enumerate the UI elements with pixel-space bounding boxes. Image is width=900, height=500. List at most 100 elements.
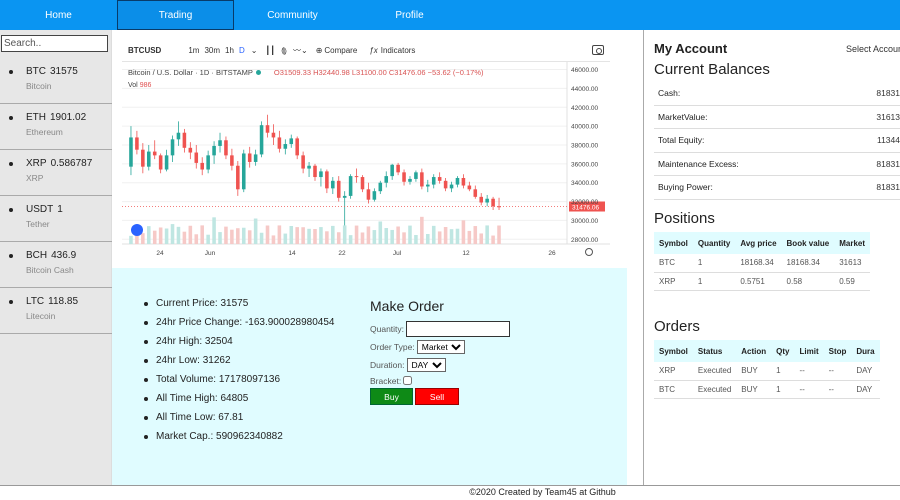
volume-bar <box>461 220 466 244</box>
stat-label: 24hr Low <box>156 355 198 366</box>
table-cell: DAY <box>851 380 880 399</box>
coin-item-ltc[interactable]: LTC 118.85 Litecoin <box>0 288 112 334</box>
order-row: XRP Executed BUY 1 -- -- DAY <box>654 362 880 381</box>
compare-icon[interactable]: ⊕ <box>316 46 323 55</box>
column-header[interactable]: Symbol <box>654 232 693 254</box>
x-tick-label: Jun <box>205 250 216 257</box>
balance-label: Total Equity: <box>658 135 705 146</box>
column-header[interactable]: Status <box>692 340 737 362</box>
volume-bar <box>182 231 187 244</box>
candle-body <box>384 176 389 183</box>
volume-bar <box>390 229 394 244</box>
indicators-button[interactable]: Indicators <box>381 46 416 55</box>
column-header[interactable]: Avg price <box>735 232 782 254</box>
y-tick-label: 30000.00 <box>571 218 598 225</box>
coin-item-usdt[interactable]: USDT 1 Tether <box>0 196 112 242</box>
column-header[interactable]: Qty <box>771 340 795 362</box>
candle-body <box>129 137 133 167</box>
candle-body <box>158 155 163 170</box>
table-cell: XRP <box>654 362 693 381</box>
candle-body <box>170 139 175 156</box>
coin-name: Bitcoin <box>26 81 52 91</box>
stat-label: All Time Low <box>156 412 213 423</box>
column-header[interactable]: Stop <box>823 340 852 362</box>
compare-button[interactable]: Compare <box>324 46 357 55</box>
search-input[interactable] <box>1 35 108 52</box>
coin-item-bch[interactable]: BCH 436.9 Bitcoin Cash <box>0 242 112 288</box>
column-header[interactable]: Dura <box>851 340 880 362</box>
chart-toolbar: BTCUSD 1m 30m 1h D ⌄ ┃┃ ⟬⟭ 〰⌄ ⊕ Compare … <box>122 40 610 62</box>
volume-bar <box>188 225 193 244</box>
nav-tab-profile[interactable]: Profile <box>351 0 468 30</box>
column-header[interactable]: Symbol <box>654 340 693 362</box>
candle-body <box>194 152 199 163</box>
column-header[interactable]: Book value <box>781 232 835 254</box>
camera-icon[interactable] <box>592 45 604 55</box>
x-tick-label: 22 <box>338 250 346 257</box>
volume-bar <box>426 233 430 244</box>
nav-tab-community[interactable]: Community <box>234 0 351 30</box>
bar-style-icon[interactable]: ┃┃ <box>265 46 275 55</box>
candle-body <box>431 177 436 185</box>
chart-legend: Bitcoin / U.S. Dollar · 1D · BITSTAMP O31… <box>128 68 484 77</box>
stat-item: Current Price: 31575 <box>142 298 334 317</box>
duration-select[interactable]: DAY <box>406 358 446 372</box>
table-cell: Executed <box>692 362 737 381</box>
candle-style-icon[interactable]: ⟬⟭ <box>281 46 287 56</box>
volume-bar <box>230 229 234 244</box>
interval-d[interactable]: D <box>239 46 245 55</box>
coin-item-eth[interactable]: ETH 1901.02 Ethereum <box>0 104 112 150</box>
volume-bar <box>402 232 406 244</box>
order-form: Make Order Quantity: Order Type: Market … <box>370 298 530 405</box>
quantity-input[interactable] <box>406 321 511 337</box>
interval-1m[interactable]: 1m <box>188 46 199 55</box>
coin-item-btc[interactable]: BTC 31575 Bitcoin <box>0 58 112 104</box>
buy-button[interactable]: Buy <box>370 388 413 405</box>
chart-symbol[interactable]: BTCUSD <box>128 46 161 55</box>
table-cell: -- <box>794 380 824 399</box>
interval-30m[interactable]: 30m <box>204 46 220 55</box>
app-root: Home Trading Community Profile BTC 31575 … <box>0 0 900 500</box>
balance-label: MarketValue: <box>658 111 708 122</box>
order-type-select[interactable]: Market <box>416 340 465 354</box>
bracket-checkbox[interactable] <box>403 376 413 385</box>
nav-tab-home[interactable]: Home <box>0 0 117 30</box>
tradingview-logo-icon <box>131 224 143 236</box>
candle-body <box>366 189 371 200</box>
candle-body <box>188 147 193 153</box>
coin-name: Litecoin <box>26 311 56 321</box>
interval-dropdown-icon[interactable]: ⌄ <box>251 46 258 55</box>
candle-body <box>236 165 240 190</box>
column-divider <box>643 30 644 485</box>
coin-symbol: BTC <box>26 66 46 77</box>
column-header[interactable]: Quantity <box>692 232 736 254</box>
y-tick-label: 36000.00 <box>571 161 598 168</box>
stat-label: 24hr High <box>156 336 200 347</box>
column-header[interactable]: Action <box>736 340 772 362</box>
volume-bar <box>152 230 157 244</box>
nav-tab-trading[interactable]: Trading <box>117 0 234 30</box>
candle-body <box>354 176 359 178</box>
chart-type-icon[interactable]: 〰⌄ <box>293 45 308 56</box>
stat-value: 31575 <box>220 298 249 309</box>
balance-label: Cash: <box>658 88 681 99</box>
stat-item: Total Volume: 17178097136 <box>142 374 334 393</box>
sell-button[interactable]: Sell <box>415 388 459 405</box>
candlestick-plot[interactable]: 31476.0646000.0044000.0042000.0040000.00… <box>122 62 610 268</box>
interval-1h[interactable]: 1h <box>225 46 234 55</box>
coin-item-xrp[interactable]: XRP 0.586787 XRP <box>0 150 112 196</box>
column-header[interactable]: Limit <box>794 340 824 362</box>
volume-bar <box>277 225 282 244</box>
volume-bar <box>212 217 216 244</box>
x-tick-label: 14 <box>288 250 296 257</box>
indicators-icon[interactable]: ƒx <box>369 46 377 55</box>
select-account-dropdown[interactable]: Select Accoun <box>846 44 900 54</box>
candle-body <box>443 180 448 189</box>
candle-body <box>319 171 323 178</box>
account-title: My Account <box>654 41 728 56</box>
candle-body <box>224 140 228 156</box>
column-header[interactable]: Market <box>834 232 871 254</box>
candle-body <box>408 178 412 182</box>
volume-bar <box>313 229 317 244</box>
candle-body <box>479 196 484 203</box>
